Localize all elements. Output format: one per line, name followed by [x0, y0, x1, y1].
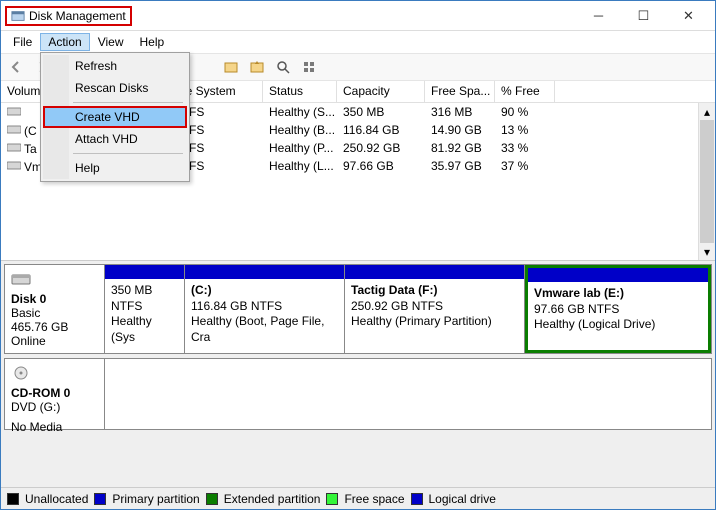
action-dropdown: Refresh Rescan Disks Create VHD Attach V… [40, 52, 190, 182]
volume-scrollbar[interactable]: ▴ ▾ [698, 103, 715, 260]
disk-icon [11, 271, 98, 290]
menu-action[interactable]: Action [40, 33, 89, 51]
col-pct[interactable]: % Free [495, 81, 555, 102]
app-icon [11, 9, 25, 23]
cdrom-row[interactable]: CD-ROM 0 DVD (G:) No Media [4, 358, 712, 430]
partition-stripe [345, 265, 524, 279]
partition[interactable]: (C:) 116.84 GB NTFS Healthy (Boot, Page … [185, 265, 345, 353]
back-button[interactable] [5, 56, 27, 78]
partition[interactable]: Vmware lab (E:) 97.66 GB NTFS Healthy (L… [525, 265, 711, 353]
drive-icon [7, 141, 21, 153]
cdrom-info: CD-ROM 0 DVD (G:) No Media [5, 359, 105, 429]
partition[interactable]: Tactig Data (F:) 250.92 GB NTFS Healthy … [345, 265, 525, 353]
toolbar-icon-4[interactable] [298, 56, 320, 78]
window-controls: ─ ☐ ✕ [576, 2, 711, 30]
swatch-extended [206, 493, 218, 505]
col-free[interactable]: Free Spa... [425, 81, 495, 102]
col-spacer [555, 81, 715, 102]
col-status[interactable]: Status [263, 81, 337, 102]
menu-help[interactable]: Help [132, 33, 173, 51]
titlebar: Disk Management ─ ☐ ✕ [1, 1, 715, 31]
action-refresh[interactable]: Refresh [43, 55, 187, 77]
legend: Unallocated Primary partition Extended p… [1, 487, 715, 509]
menu-separator [73, 102, 183, 103]
disk-row[interactable]: Disk 0 Basic 465.76 GB Online 350 MB NTF… [4, 264, 712, 354]
drive-icon [7, 123, 21, 135]
maximize-button[interactable]: ☐ [621, 2, 666, 30]
toolbar-icon-3[interactable] [272, 56, 294, 78]
menubar: File Action View Help [1, 31, 715, 53]
partition-stripe [528, 268, 708, 282]
swatch-primary [94, 493, 106, 505]
window-title: Disk Management [29, 9, 126, 23]
menu-file[interactable]: File [5, 33, 40, 51]
toolbar-icon-1[interactable] [220, 56, 242, 78]
action-attach-vhd[interactable]: Attach VHD [43, 128, 187, 150]
partition-stripe [105, 265, 184, 279]
partition-stripe [185, 265, 344, 279]
col-capacity[interactable]: Capacity [337, 81, 425, 102]
swatch-logical [411, 493, 423, 505]
action-create-vhd[interactable]: Create VHD [43, 106, 187, 128]
drive-icon [7, 159, 21, 171]
partitions: 350 MB NTFS Healthy (Sys (C:) 116.84 GB … [105, 265, 711, 353]
disk-info: Disk 0 Basic 465.76 GB Online [5, 265, 105, 353]
cdrom-icon [11, 365, 98, 384]
minimize-button[interactable]: ─ [576, 2, 621, 30]
close-button[interactable]: ✕ [666, 2, 711, 30]
toolbar-icon-2[interactable] [246, 56, 268, 78]
cdrom-empty [105, 359, 711, 429]
swatch-free [326, 493, 338, 505]
drive-icon [7, 105, 21, 117]
scroll-down-icon[interactable]: ▾ [699, 243, 715, 260]
scroll-up-icon[interactable]: ▴ [699, 103, 715, 120]
action-rescan[interactable]: Rescan Disks [43, 77, 187, 99]
action-help[interactable]: Help [43, 157, 187, 179]
swatch-unallocated [7, 493, 19, 505]
partition[interactable]: 350 MB NTFS Healthy (Sys [105, 265, 185, 353]
menu-separator [73, 153, 183, 154]
menu-view[interactable]: View [90, 33, 132, 51]
graphical-view: Disk 0 Basic 465.76 GB Online 350 MB NTF… [1, 261, 715, 487]
